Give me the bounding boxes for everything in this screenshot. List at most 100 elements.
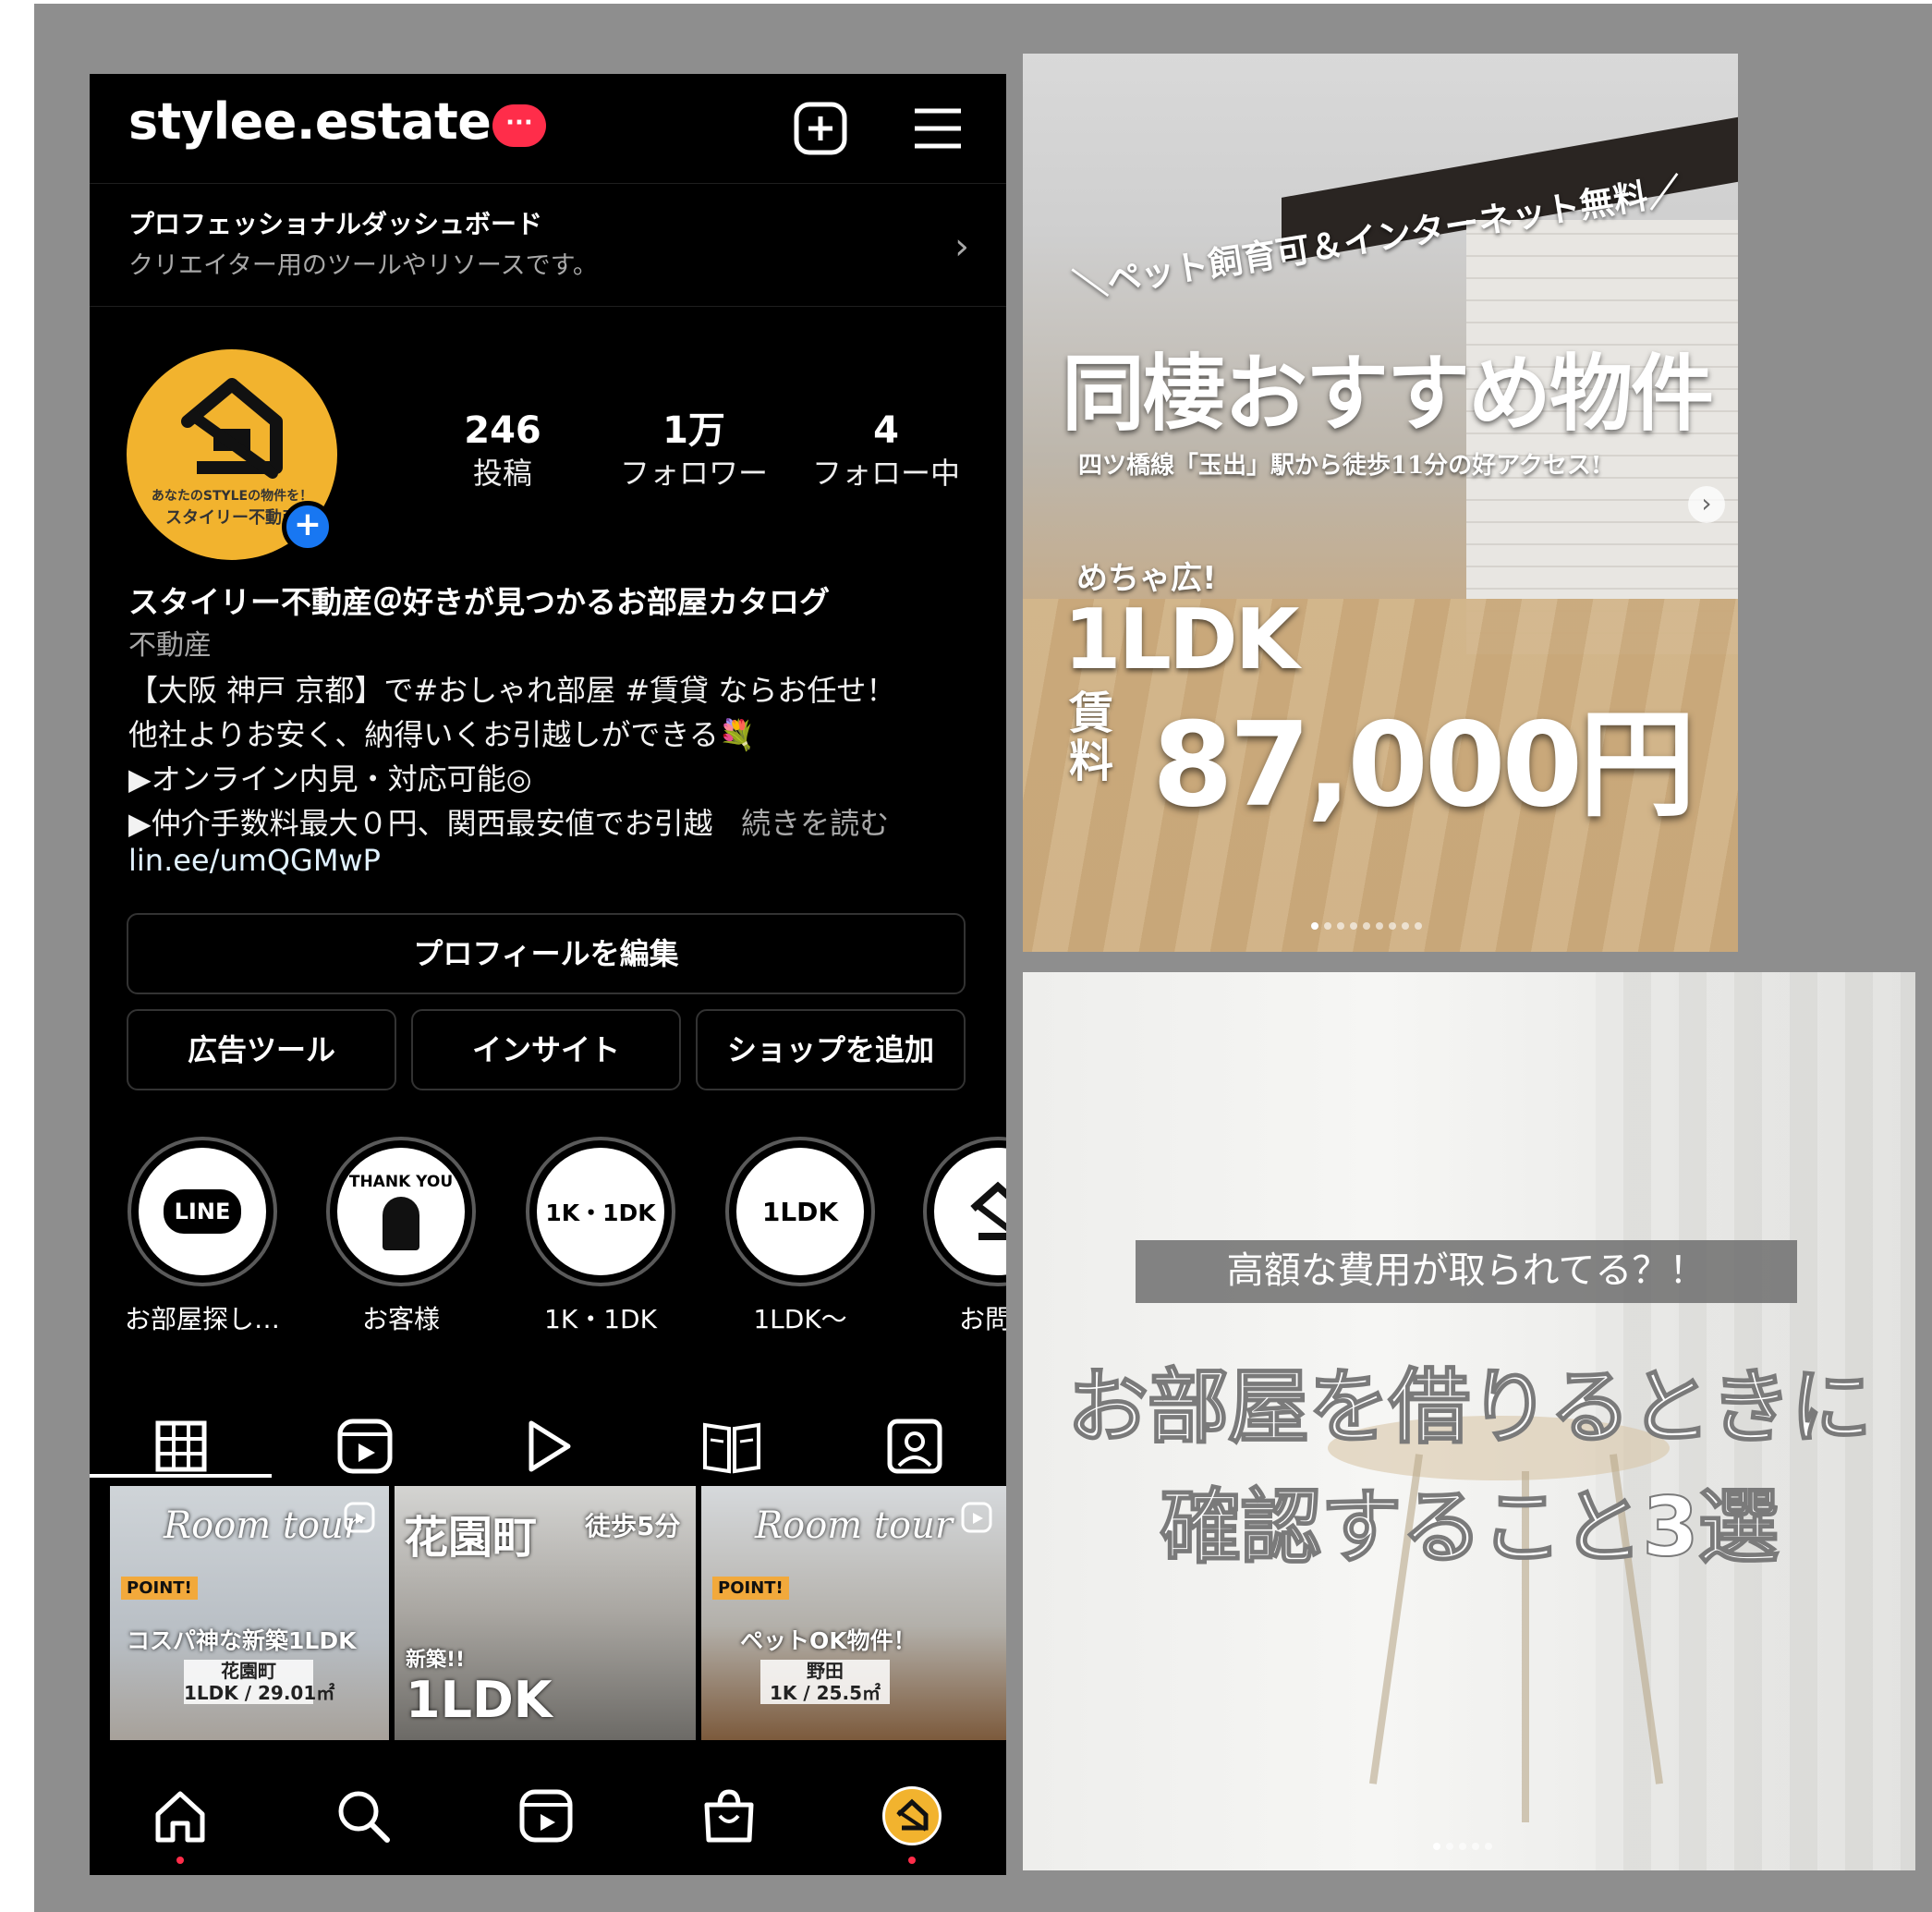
house-logo-icon xyxy=(934,1148,1006,1275)
post-script-title: Room tour xyxy=(755,1504,953,1547)
dashboard-title: プロフェッショナルダッシュボード xyxy=(128,209,543,239)
highlight-cover-text: THANK YOU xyxy=(348,1173,454,1191)
stat-label: フォロー中 xyxy=(811,456,960,491)
stat-followers[interactable]: 1万 フォロワー xyxy=(611,408,777,493)
carousel-dot xyxy=(1433,1843,1440,1850)
highlight-cover xyxy=(923,1137,1006,1286)
notification-dot xyxy=(176,1857,184,1864)
property-post-image[interactable]: ＼ペット飼育可＆インターネット無料／ 同棲おすすめ物件 四ツ橋線「玉出」駅から徒… xyxy=(1023,54,1738,952)
highlight-cover: LINE xyxy=(128,1137,277,1286)
carousel-dots xyxy=(1311,922,1422,930)
post-spec: 1K / 25.5㎡ xyxy=(770,1682,881,1704)
highlight-cover-text: 1LDK xyxy=(761,1196,839,1227)
professional-dashboard[interactable]: プロフェッショナルダッシュボード クリエイター用のツールやリソースです。 › xyxy=(90,183,1006,307)
new-post-icon[interactable] xyxy=(792,100,849,157)
edit-profile-button[interactable]: プロフィールを編集 xyxy=(127,913,966,994)
post-subtitle-band: 高額な費用が取られてる？！ xyxy=(1136,1240,1797,1303)
tips-post-image[interactable]: 高額な費用が取られてる？！ お部屋を借りるときに 確認すること3選 xyxy=(1023,972,1915,1870)
house-logo-icon xyxy=(970,1181,1006,1240)
highlight-1k-1dk[interactable]: 1K・1DK 1K・1DK xyxy=(522,1137,679,1336)
post-location: 花園町 1LDK / 29.01㎡ xyxy=(184,1660,334,1704)
grid-post[interactable]: Room tour POINT! コスパ神な新築1LDK 花園町 1LDK / … xyxy=(110,1486,389,1740)
video-play-icon[interactable] xyxy=(515,1414,579,1479)
post-title-line: お部屋を借りるときに xyxy=(1066,1358,1873,1455)
highlight-cover-text: 1K・1DK xyxy=(545,1200,656,1226)
grid-icon[interactable] xyxy=(149,1414,213,1479)
top-bar: stylee.estate ··· xyxy=(90,74,1006,183)
search-icon[interactable] xyxy=(334,1786,393,1845)
highlight-label: お部屋探し… xyxy=(124,1304,280,1334)
stat-number: 1万 xyxy=(662,409,725,452)
reels-icon xyxy=(961,1502,992,1533)
carousel-dot xyxy=(1376,922,1383,930)
reels-icon xyxy=(344,1502,375,1533)
carousel-dots xyxy=(1433,1843,1492,1850)
carousel-dot xyxy=(1311,922,1318,930)
bottom-navigation xyxy=(90,1740,1006,1875)
post-title: 花園町 xyxy=(404,1512,538,1564)
bio-line: 他社よりお安く、納得いくお引越しができる💐 xyxy=(128,717,756,752)
add-shop-button[interactable]: ショップを追加 xyxy=(696,1009,966,1090)
stat-number: 246 xyxy=(464,409,541,452)
post-layout: 1LDK xyxy=(406,1671,553,1729)
insights-button[interactable]: インサイト xyxy=(411,1009,681,1090)
carousel-dot xyxy=(1415,922,1422,930)
bio-link[interactable]: lin.ee/umQGMwP xyxy=(128,843,381,878)
profile-category: 不動産 xyxy=(128,629,212,662)
profile-name: スタイリー不動産＠好きが見つかるお部屋カタログ xyxy=(128,584,830,620)
reels-icon[interactable] xyxy=(333,1414,397,1479)
carousel-dot xyxy=(1350,922,1357,930)
rent-label: 賃料 xyxy=(1069,688,1114,787)
carousel-dot xyxy=(1485,1843,1492,1850)
shop-icon[interactable] xyxy=(699,1786,759,1845)
stat-posts[interactable]: 246 投稿 xyxy=(419,408,586,493)
post-point-badge: POINT! xyxy=(712,1577,789,1600)
post-location: 野田 1K / 25.5㎡ xyxy=(760,1660,890,1704)
read-more-link[interactable]: 続きを読む xyxy=(741,806,889,841)
house-logo-icon xyxy=(181,378,283,479)
highlight-cover-text: LINE xyxy=(163,1189,242,1234)
carousel-dot xyxy=(1446,1843,1453,1850)
stat-label: フォロワー xyxy=(619,456,768,491)
post-script-title: Room tour xyxy=(164,1504,361,1547)
post-title-line: 確認すること3選 xyxy=(1159,1479,1780,1576)
home-icon[interactable] xyxy=(151,1786,210,1845)
reels-icon[interactable] xyxy=(516,1786,576,1845)
bio-line-text: ▶仲介手数料最大０円、関西最安値でお引越 xyxy=(128,806,713,841)
add-story-button[interactable]: + xyxy=(282,501,334,553)
highlight-1ldk[interactable]: 1LDK 1LDK～ xyxy=(722,1137,879,1336)
ad-tools-button[interactable]: 広告ツール xyxy=(127,1009,396,1090)
carousel-dot xyxy=(1337,922,1344,930)
highlight-inquiry[interactable]: お問い xyxy=(919,1137,1006,1336)
active-tab-indicator xyxy=(90,1474,272,1478)
bio-line: ▶オンライン内見・対応可能◎ xyxy=(128,761,532,797)
stat-number: 4 xyxy=(873,409,899,452)
highlight-label: お客様 xyxy=(361,1304,440,1334)
grid-post[interactable]: Room tour POINT! ペットOK物件！ 野田 1K / 25.5㎡ xyxy=(701,1486,1006,1740)
post-new-label: 新築!! xyxy=(406,1649,466,1672)
guides-icon[interactable] xyxy=(699,1414,764,1479)
grid-post[interactable]: 花園町 徒歩5分 新築!! 1LDK xyxy=(395,1486,696,1740)
carousel-dot xyxy=(1472,1843,1479,1850)
carousel-dot xyxy=(1389,922,1396,930)
post-walk: 徒歩5分 xyxy=(585,1511,681,1541)
username[interactable]: stylee.estate xyxy=(128,92,492,151)
highlight-line[interactable]: LINE お部屋探し… xyxy=(124,1137,281,1336)
profile-avatar-icon[interactable] xyxy=(882,1786,942,1845)
carousel-dot xyxy=(1402,922,1409,930)
highlight-cover: THANK YOU xyxy=(326,1137,476,1286)
stat-following[interactable]: 4 フォロー中 xyxy=(803,408,969,493)
post-place: 野田 xyxy=(807,1660,844,1682)
person-icon xyxy=(383,1197,419,1250)
highlight-customers[interactable]: THANK YOU お客様 xyxy=(322,1137,480,1336)
carousel-dot xyxy=(1324,922,1331,930)
instagram-profile-screen: stylee.estate ··· プロフェッショナルダッシュボード クリエイタ… xyxy=(90,74,1006,1875)
carousel-next-icon[interactable]: › xyxy=(1688,486,1725,523)
tagged-icon[interactable] xyxy=(882,1414,947,1479)
post-caption: コスパ神な新築1LDK xyxy=(127,1627,357,1654)
thank-you-cover: THANK YOU xyxy=(337,1148,465,1275)
bio-line: ▶仲介手数料最大０円、関西最安値でお引越 続きを読む xyxy=(128,800,889,843)
post-access: 四ツ橋線「玉出」駅から徒歩11分の好アクセス! xyxy=(1078,452,1602,480)
notification-badge[interactable]: ··· xyxy=(492,104,546,147)
menu-icon[interactable] xyxy=(909,100,966,157)
